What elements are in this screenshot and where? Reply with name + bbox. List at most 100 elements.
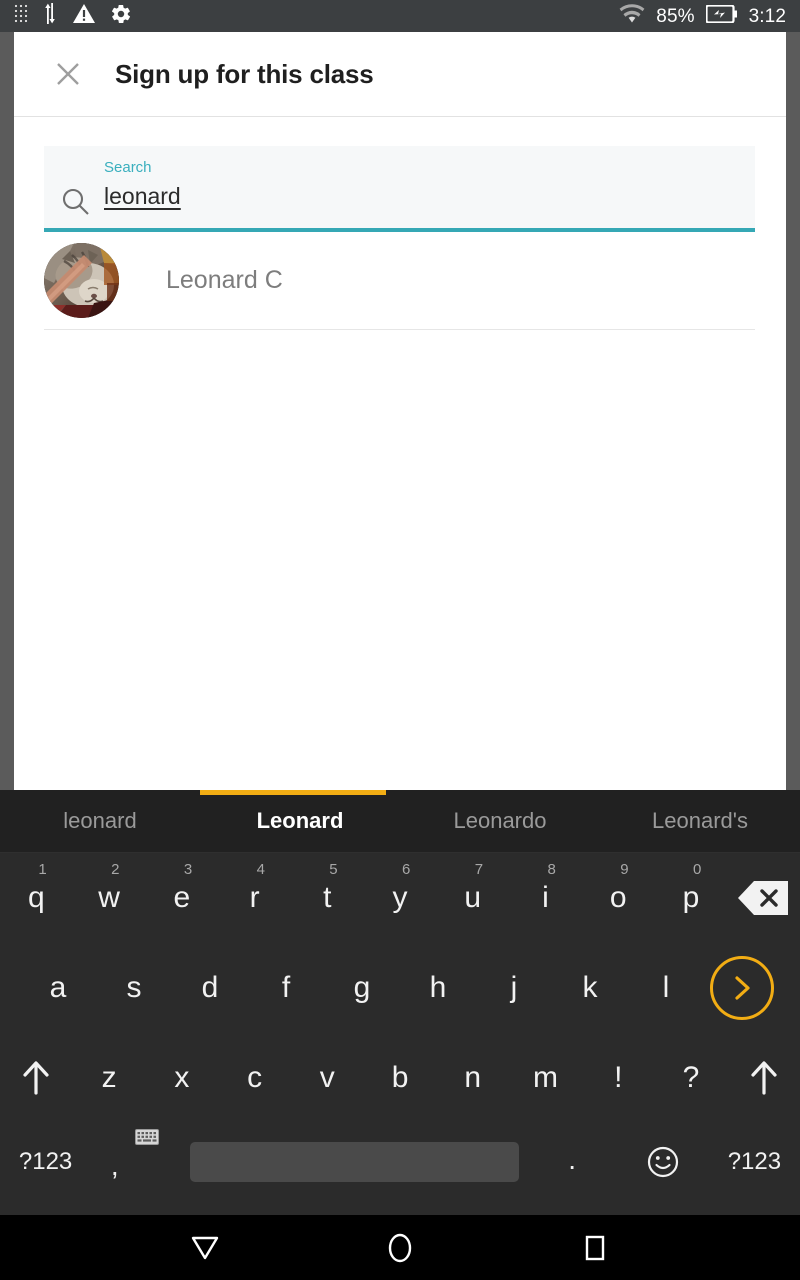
key-i[interactable]: 8i (509, 853, 582, 943)
suggestion-3[interactable]: Leonard's (600, 790, 800, 852)
suggestion-2[interactable]: Leonardo (400, 790, 600, 852)
symbols-key-left[interactable]: ?123 (0, 1117, 91, 1207)
period-key-label: . (568, 1144, 576, 1175)
key-d[interactable]: d (172, 943, 248, 1033)
key-j[interactable]: j (476, 943, 552, 1033)
comma-key[interactable]: , (91, 1117, 182, 1207)
key-exclamation[interactable]: ! (582, 1033, 655, 1123)
key-w-label: w (98, 881, 120, 914)
symbols-key-left-label: ?123 (18, 1148, 73, 1175)
clock-label: 3:12 (748, 5, 786, 27)
key-s[interactable]: s (96, 943, 172, 1033)
key-v[interactable]: v (291, 1033, 364, 1123)
key-m-label: m (533, 1061, 558, 1094)
space-key[interactable] (190, 1142, 519, 1182)
key-b-label: b (391, 1061, 409, 1094)
key-u-label: u (464, 881, 482, 914)
warning-triangle-icon (72, 3, 96, 29)
key-a-label: a (49, 971, 67, 1004)
key-n[interactable]: n (436, 1033, 509, 1123)
key-m[interactable]: m (509, 1033, 582, 1123)
list-item-label: Leonard C (166, 266, 283, 294)
nav-back-button[interactable] (107, 1234, 302, 1262)
nav-recents-button[interactable] (498, 1233, 693, 1263)
key-q-label: q (28, 881, 45, 914)
key-e-number: 3 (183, 861, 193, 878)
period-key[interactable]: . (527, 1117, 618, 1207)
enter-key[interactable] (704, 956, 780, 1020)
symbols-key-right[interactable]: ?123 (709, 1117, 800, 1207)
key-r[interactable]: 4r (218, 853, 291, 943)
enter-circle (710, 956, 774, 1020)
cat-photo-avatar (44, 243, 119, 318)
key-o[interactable]: 9o (582, 853, 655, 943)
key-g[interactable]: g (324, 943, 400, 1033)
comma-key-label: , (110, 1150, 119, 1181)
signup-dialog: Sign up for this class Search leonard Le… (14, 32, 786, 790)
key-k-label: k (582, 971, 598, 1004)
key-c-label: c (247, 1061, 263, 1094)
key-a[interactable]: a (20, 943, 96, 1033)
keyboard-row-2: a s d f g h j k l (0, 943, 800, 1033)
key-u-number: 7 (474, 861, 484, 878)
key-question[interactable]: ? (655, 1033, 728, 1123)
key-u[interactable]: 7u (436, 853, 509, 943)
sync-arrows-icon (42, 3, 58, 29)
battery-percent-label: 85% (656, 5, 695, 27)
battery-charging-icon (705, 3, 738, 28)
key-o-number: 9 (620, 861, 629, 878)
status-bar-right: 85% 3:12 (619, 3, 786, 29)
key-s-label: s (126, 971, 142, 1004)
key-k[interactable]: k (552, 943, 628, 1033)
gear-icon (110, 3, 132, 30)
backspace-key[interactable] (727, 853, 800, 943)
key-z-label: z (101, 1061, 117, 1094)
key-f-label: f (281, 971, 291, 1004)
key-w[interactable]: 2w (73, 853, 146, 943)
page-title: Sign up for this class (115, 58, 374, 89)
status-bar: 85% 3:12 (0, 0, 800, 32)
key-exclamation-label: ! (614, 1061, 623, 1094)
key-h[interactable]: h (400, 943, 476, 1033)
shift-key-left[interactable] (0, 1033, 73, 1123)
shift-key-right[interactable] (727, 1033, 800, 1123)
search-icon (61, 187, 91, 222)
on-screen-keyboard: leonard Leonard Leonardo Leonard's 1q 2w… (0, 790, 800, 1215)
key-question-label: ? (682, 1061, 700, 1094)
key-d-label: d (201, 971, 219, 1004)
suggestion-1[interactable]: Leonard (200, 790, 400, 852)
dialog-header: Sign up for this class (14, 32, 786, 117)
key-z[interactable]: z (73, 1033, 146, 1123)
key-t[interactable]: 5t (291, 853, 364, 943)
key-c[interactable]: c (218, 1033, 291, 1123)
recents-square-icon (585, 1235, 605, 1260)
key-b[interactable]: b (364, 1033, 437, 1123)
status-bar-left-icons (14, 3, 132, 30)
key-g-label: g (353, 971, 371, 1004)
key-q[interactable]: 1q (0, 853, 73, 943)
key-t-label: t (323, 881, 332, 914)
close-button[interactable] (48, 54, 88, 94)
key-x[interactable]: x (145, 1033, 218, 1123)
keyboard-row-3: z x c v b n m ! ? (0, 1033, 800, 1123)
search-input[interactable]: Search leonard (44, 146, 755, 232)
key-w-number: 2 (111, 861, 120, 878)
key-l[interactable]: l (628, 943, 704, 1033)
emoji-key[interactable] (618, 1117, 709, 1207)
key-y[interactable]: 6y (364, 853, 437, 943)
nav-home-button[interactable] (302, 1232, 497, 1264)
search-input-value[interactable]: leonard (104, 185, 181, 208)
suggestion-0[interactable]: leonard (0, 790, 200, 852)
shift-up-arrow-icon (23, 1061, 49, 1095)
key-n-label: n (464, 1061, 482, 1094)
key-f[interactable]: f (248, 943, 324, 1033)
key-r-number: 4 (256, 861, 265, 878)
grid-dots-icon (14, 4, 28, 29)
key-p-label: p (682, 881, 700, 914)
key-e[interactable]: 3e (145, 853, 218, 943)
key-v-label: v (319, 1061, 335, 1094)
key-p[interactable]: 0p (655, 853, 728, 943)
keyboard-row-1: 1q 2w 3e 4r 5t 6y 7u 8i 9o 0p (0, 853, 800, 943)
list-item[interactable]: Leonard C (44, 232, 755, 330)
search-results-list: Leonard C (44, 232, 755, 330)
